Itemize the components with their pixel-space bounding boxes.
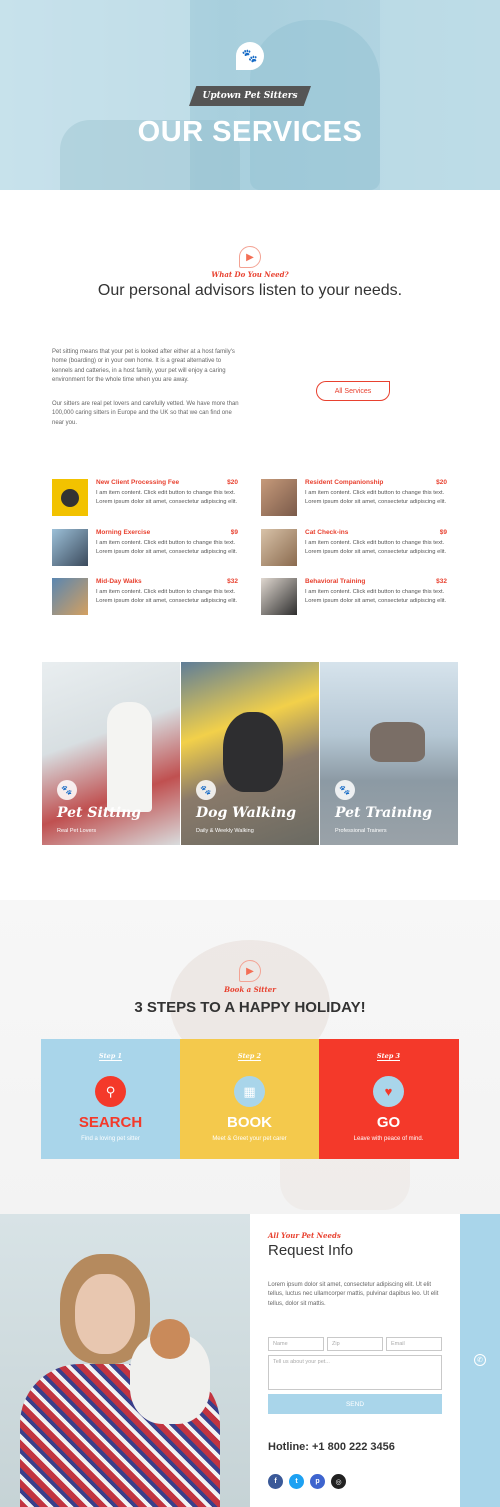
- step-text: Find a loving pet sitter: [81, 1136, 140, 1142]
- service-description: I am item content. Click edit button to …: [305, 540, 447, 555]
- request-subheading: All Your Pet Needs: [268, 1231, 341, 1240]
- name-field[interactable]: Name: [268, 1337, 324, 1351]
- service-thumbnail: [52, 578, 88, 615]
- service-thumbnail: [261, 578, 297, 615]
- step-label: Step 3: [376, 1052, 401, 1061]
- service-price: $20: [436, 479, 447, 486]
- pinterest-icon[interactable]: p: [310, 1474, 325, 1489]
- service-description: I am item content. Click edit button to …: [305, 490, 447, 505]
- list-item: New Client Processing Fee $20 I am item …: [52, 479, 238, 519]
- service-title: Mid-Day Walks: [96, 578, 142, 585]
- card-subtitle: Real Pet Lovers: [57, 828, 97, 834]
- service-thumbnail: [261, 479, 297, 516]
- service-title: Behavioral Training: [305, 578, 366, 585]
- list-item: Mid-Day Walks $32 I am item content. Cli…: [52, 578, 238, 618]
- hero-banner: 🐾 Uptown Pet Sitters OUR SERVICES: [0, 0, 500, 190]
- step-go: Step 3 ♥ GO Leave with peace of mind.: [319, 1039, 459, 1159]
- service-price: $9: [230, 529, 238, 536]
- facebook-icon[interactable]: f: [268, 1474, 283, 1489]
- intro-paragraph-1: Pet sitting means that your pet is looke…: [52, 349, 235, 384]
- paw-icon: 🐾: [236, 42, 264, 70]
- service-card-dog-walking[interactable]: 🐾 Dog Walking Daily & Weekly Walking: [181, 662, 319, 845]
- paw-icon: 🐾: [335, 780, 355, 800]
- hero-bg-shape: [380, 0, 500, 190]
- instagram-icon[interactable]: ◎: [331, 1474, 346, 1489]
- service-thumbnail: [261, 529, 297, 566]
- step-label: Step 2: [237, 1052, 262, 1061]
- hotline: Hotline: +1 800 222 3456: [268, 1441, 395, 1453]
- steps-heading: 3 STEPS TO A HAPPY HOLIDAY!: [134, 999, 366, 1016]
- calendar-icon: ▦: [234, 1076, 265, 1107]
- service-description: I am item content. Click edit button to …: [96, 589, 238, 604]
- location-pin-icon: ▶: [239, 246, 261, 268]
- step-book: Step 2 ▦ BOOK Meet & Greet your pet care…: [180, 1039, 319, 1159]
- service-price: $32: [436, 578, 447, 585]
- heart-icon: ♥: [373, 1076, 404, 1107]
- service-description: I am item content. Click edit button to …: [96, 540, 238, 555]
- list-item: Behavioral Training $32 I am item conten…: [261, 578, 447, 618]
- paw-icon: 🐾: [57, 780, 77, 800]
- intro-subheading: What Do You Need?: [211, 270, 289, 279]
- service-price: $32: [227, 578, 238, 585]
- twitter-icon[interactable]: t: [289, 1474, 304, 1489]
- zip-field[interactable]: Zip: [327, 1337, 383, 1351]
- location-pin-icon: ▶: [239, 960, 261, 982]
- step-title: BOOK: [227, 1114, 272, 1131]
- service-price: $9: [439, 529, 447, 536]
- list-item: Resident Companionship $20 I am item con…: [261, 479, 447, 519]
- service-description: I am item content. Click edit button to …: [96, 490, 238, 505]
- card-title: Dog Walking: [196, 805, 297, 821]
- email-field[interactable]: Email: [386, 1337, 442, 1351]
- request-paragraph: Lorem ipsum dolor sit amet, consectetur …: [268, 1282, 439, 1307]
- step-search: Step 1 ⚲ SEARCH Find a loving pet sitter: [41, 1039, 180, 1159]
- woman-with-dog-photo: [0, 1214, 250, 1507]
- list-item: Morning Exercise $9 I am item content. C…: [52, 529, 238, 569]
- paw-icon: 🐾: [196, 780, 216, 800]
- service-thumbnail: [52, 529, 88, 566]
- steps-subheading: Book a Sitter: [224, 985, 276, 994]
- service-thumbnail: [52, 479, 88, 516]
- message-textarea[interactable]: Tell us about your pet...: [268, 1355, 442, 1390]
- service-description: I am item content. Click edit button to …: [305, 589, 447, 604]
- intro-heading: Our personal advisors listen to your nee…: [97, 282, 403, 299]
- service-card-pet-training[interactable]: 🐾 Pet Training Professional Trainers: [320, 662, 458, 845]
- step-title: SEARCH: [78, 1114, 143, 1131]
- chat-icon[interactable]: ✆: [474, 1354, 486, 1366]
- card-subtitle: Professional Trainers: [335, 828, 387, 834]
- service-title: Cat Check-ins: [305, 529, 349, 536]
- hero-tagline: Uptown Pet Sitters: [189, 86, 311, 106]
- step-label: Step 1: [98, 1052, 123, 1061]
- service-price: $20: [227, 479, 238, 486]
- step-title: GO: [376, 1114, 401, 1131]
- card-title: Pet Sitting: [57, 805, 142, 821]
- card-title: Pet Training: [335, 805, 433, 821]
- request-heading: Request Info: [268, 1242, 354, 1259]
- step-text: Leave with peace of mind.: [353, 1136, 424, 1142]
- search-icon: ⚲: [95, 1076, 126, 1107]
- all-services-button[interactable]: All Services: [316, 381, 390, 401]
- service-title: New Client Processing Fee: [96, 479, 180, 486]
- service-title: Resident Companionship: [305, 479, 384, 486]
- service-card-pet-sitting[interactable]: 🐾 Pet Sitting Real Pet Lovers: [42, 662, 180, 845]
- card-subtitle: Daily & Weekly Walking: [196, 828, 254, 834]
- intro-paragraph-2: Our sitters are real pet lovers and care…: [52, 401, 239, 426]
- send-button[interactable]: SEND: [268, 1394, 442, 1414]
- page-title: OUR SERVICES: [137, 116, 363, 148]
- service-title: Morning Exercise: [96, 529, 151, 536]
- sidebar-strip: ✆: [460, 1214, 500, 1507]
- step-text: Meet & Greet your pet carer: [212, 1136, 287, 1142]
- list-item: Cat Check-ins $9 I am item content. Clic…: [261, 529, 447, 569]
